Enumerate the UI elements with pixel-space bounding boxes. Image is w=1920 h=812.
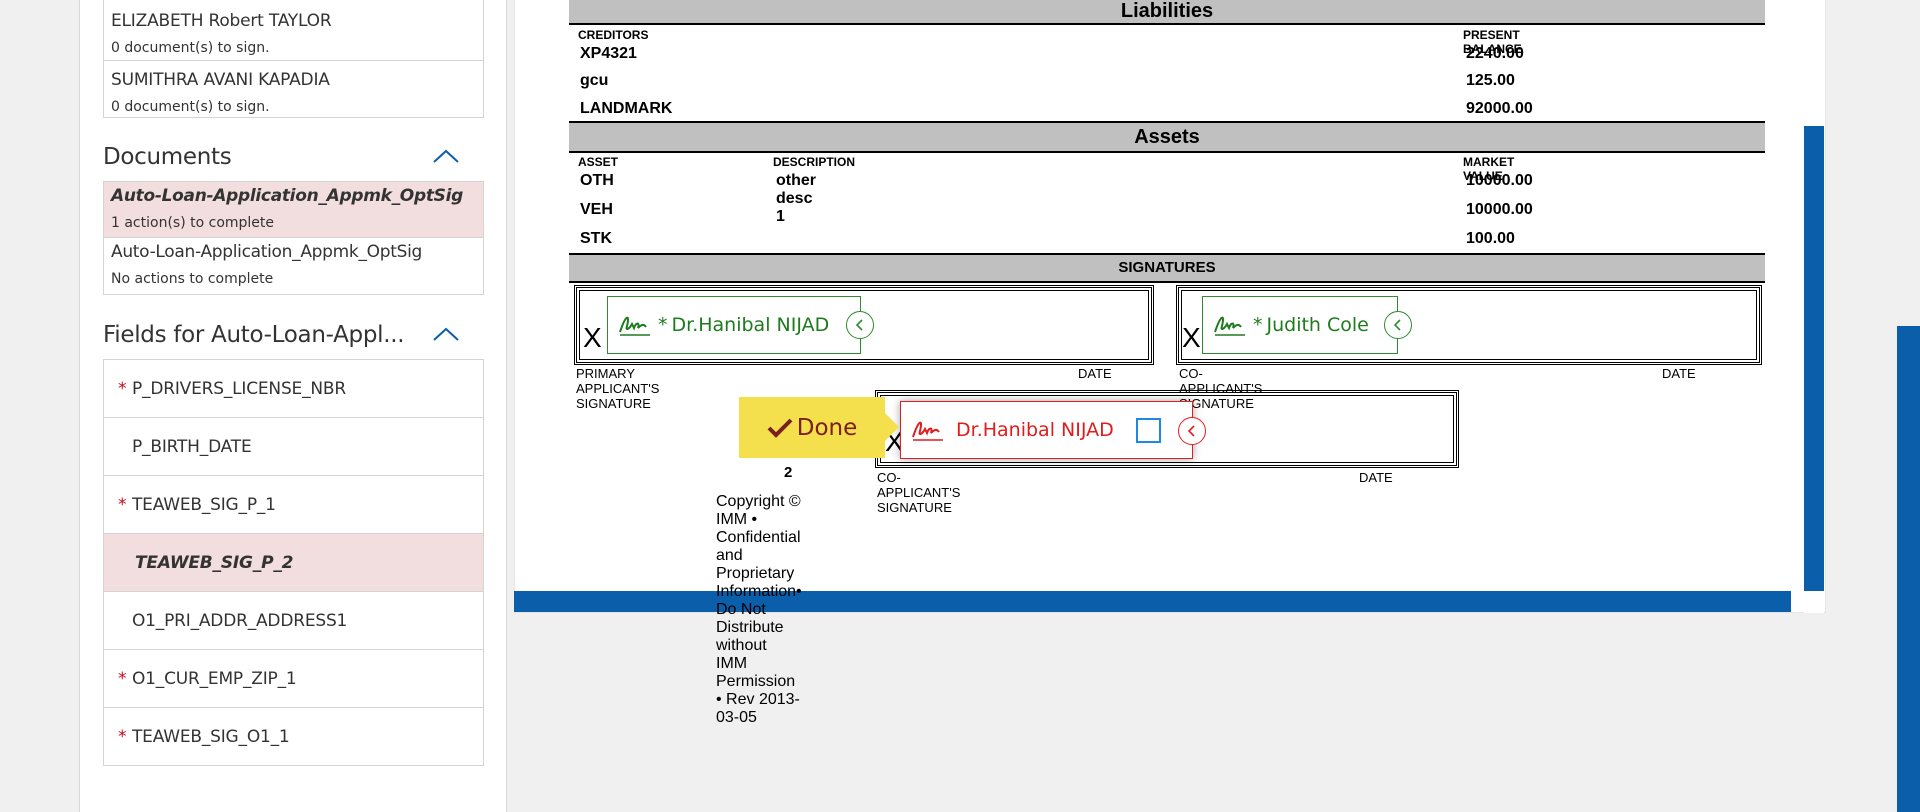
document-status: 1 action(s) to complete — [111, 215, 275, 231]
creditor-value: gcu — [580, 72, 609, 89]
date-label: DATE — [1078, 366, 1112, 381]
description-value: other desc 1 — [776, 172, 816, 225]
checkmark-icon — [767, 418, 793, 438]
field-item[interactable]: * P_DRIVERS_LICENSE_NBR — [104, 360, 483, 418]
signature-pen-icon — [619, 316, 650, 336]
signature-name: Dr.Hanibal NIJAD — [671, 314, 830, 336]
asset-value: STK — [580, 230, 612, 247]
signature-name: Judith Cole — [1266, 314, 1369, 336]
field-name: P_BIRTH_DATE — [132, 436, 252, 457]
document-name: Auto-Loan-Application_Appmk_OptSig — [111, 242, 422, 262]
fields-title: Fields for Auto-Loan-Appl... — [103, 322, 405, 348]
signature-pen-icon — [1214, 316, 1245, 336]
documents-title: Documents — [103, 144, 232, 170]
required-mark: * — [118, 668, 127, 689]
signers-list: ELIZABETH Robert TAYLOR 0 document(s) to… — [103, 0, 484, 118]
chevron-left-icon[interactable] — [846, 311, 874, 339]
fields-list: * P_DRIVERS_LICENSE_NBR P_BIRTH_DATE * TEA… — [103, 359, 484, 766]
field-item[interactable]: O1_PRI_ADDR_ADDRESS1 — [104, 592, 483, 650]
assets-header: Assets — [569, 121, 1765, 153]
chevron-up-icon[interactable] — [431, 148, 461, 164]
co-applicant-signature-label: CO-APPLICANT'S SIGNATURE — [877, 470, 961, 515]
required-mark: * — [118, 494, 127, 515]
copyright-text: Copyright © IMM • Confidential and Propr… — [716, 493, 802, 726]
field-item[interactable]: * TEAWEB_SIG_O1_1 — [104, 708, 483, 766]
market-value: 100.00 — [1466, 230, 1515, 247]
required-mark: * — [118, 727, 127, 747]
description-label: DESCRIPTION — [773, 155, 856, 169]
chevron-left-icon[interactable] — [1384, 311, 1412, 339]
field-name: TEAWEB_SIG_O1_1 — [132, 727, 290, 747]
creditor-value: XP4321 — [580, 45, 637, 62]
signature-tag-primary[interactable]: * Dr.Hanibal NIJAD — [607, 296, 861, 354]
liabilities-header: Liabilities — [569, 0, 1765, 25]
signer-item[interactable]: ELIZABETH Robert TAYLOR 0 document(s) to… — [104, 0, 483, 61]
balance-value: 125.00 — [1466, 72, 1515, 89]
field-item[interactable]: * TEAWEB_SIG_P_1 — [104, 476, 483, 534]
balance-value: 92000.00 — [1466, 100, 1533, 117]
primary-signature-label: PRIMARY APPLICANT'S SIGNATURE — [576, 366, 660, 411]
field-name: TEAWEB_SIG_P_2 — [135, 552, 294, 573]
field-name: TEAWEB_SIG_P_1 — [132, 494, 276, 515]
page-number: 2 — [784, 464, 793, 481]
signature-pen-icon — [912, 421, 943, 441]
signature-name: Dr.Hanibal NIJAD — [956, 419, 1114, 441]
done-label: Done — [796, 414, 858, 441]
signer-status: 0 document(s) to sign. — [111, 40, 270, 56]
done-button[interactable]: Done — [739, 397, 899, 458]
signature-tag-active[interactable]: Dr.Hanibal NIJAD — [900, 401, 1193, 459]
required-mark: * — [1253, 314, 1263, 336]
signer-item[interactable]: SUMITHRA AVANI KAPADIA 0 document(s) to … — [104, 61, 483, 117]
signatures-header: SIGNATURES — [569, 253, 1765, 283]
field-name: P_DRIVERS_LICENSE_NBR — [132, 378, 346, 399]
signature-tag-co-applicant[interactable]: * Judith Cole — [1202, 296, 1398, 354]
creditors-label: CREDITORS — [578, 28, 649, 42]
signature-checkbox[interactable] — [1135, 417, 1161, 443]
signer-status: 0 document(s) to sign. — [111, 99, 270, 115]
date-label: DATE — [1662, 366, 1696, 381]
document-name: Auto-Loan-Application_Appmk_OptSig — [111, 186, 463, 206]
chevron-up-icon[interactable] — [431, 326, 461, 342]
asset-label: ASSET — [578, 155, 619, 169]
chevron-left-icon[interactable] — [1178, 417, 1206, 445]
required-mark: * — [658, 314, 668, 336]
date-label: DATE — [1359, 470, 1393, 485]
signer-name: ELIZABETH Robert TAYLOR — [111, 11, 332, 31]
signer-name: SUMITHRA AVANI KAPADIA — [111, 70, 330, 90]
market-value: 10000.00 — [1466, 201, 1533, 218]
market-value: 10000.00 — [1466, 172, 1533, 189]
creditor-value: LANDMARK — [580, 100, 673, 117]
sidebar: ELIZABETH Robert TAYLOR 0 document(s) to… — [79, 0, 507, 812]
field-name: O1_CUR_EMP_ZIP_1 — [132, 668, 297, 689]
document-item[interactable]: Auto-Loan-Application_Appmk_OptSig 1 act… — [104, 182, 483, 238]
document-status: No actions to complete — [111, 271, 274, 287]
sign-x-mark: X — [583, 322, 602, 353]
app-page: ELIZABETH Robert TAYLOR 0 document(s) to… — [0, 0, 1920, 812]
asset-value: VEH — [580, 201, 613, 218]
balance-value: 2240.00 — [1466, 45, 1524, 62]
required-mark: * — [118, 378, 127, 399]
asset-value: OTH — [580, 172, 614, 189]
field-item[interactable]: TEAWEB_SIG_P_2 — [104, 534, 483, 592]
field-item[interactable]: * O1_CUR_EMP_ZIP_1 — [104, 650, 483, 708]
horizontal-scroll-thumb[interactable] — [514, 591, 1791, 612]
sign-x-mark: X — [1182, 322, 1201, 353]
document-item[interactable]: Auto-Loan-Application_Appmk_OptSig No ac… — [104, 238, 483, 294]
page-scroll-thumb[interactable] — [1897, 326, 1920, 812]
field-item[interactable]: P_BIRTH_DATE — [104, 418, 483, 476]
documents-list: Auto-Loan-Application_Appmk_OptSig 1 act… — [103, 181, 484, 295]
vertical-scroll-thumb[interactable] — [1804, 126, 1824, 591]
field-name: O1_PRI_ADDR_ADDRESS1 — [132, 610, 348, 631]
